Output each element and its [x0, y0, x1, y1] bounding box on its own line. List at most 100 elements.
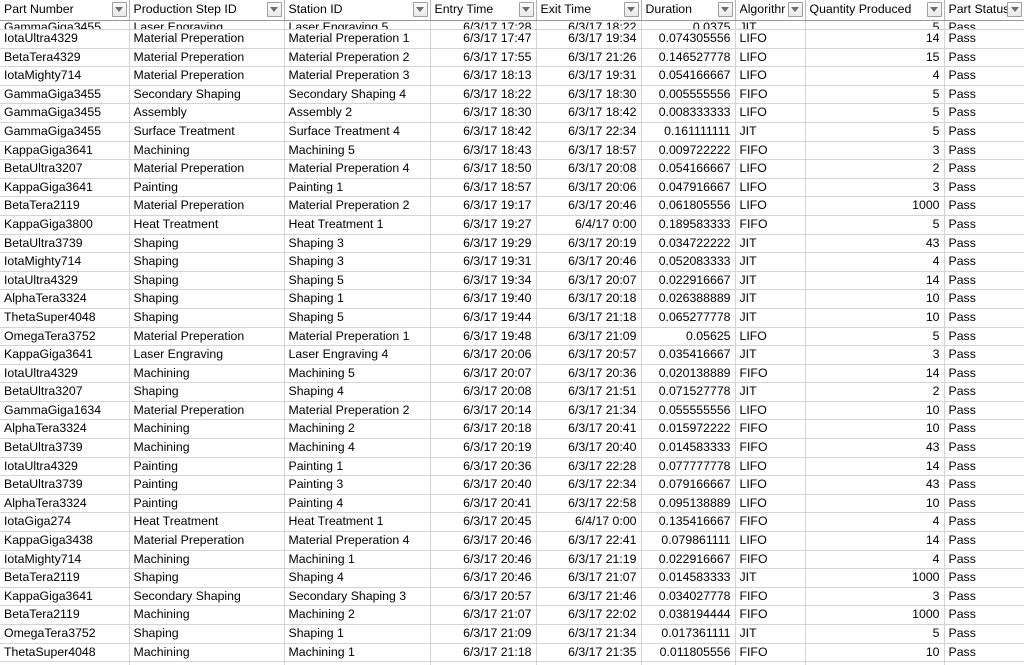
cell-production-step-id[interactable]: Shaping — [129, 289, 285, 309]
cell-exit-time[interactable]: 6/3/17 22:34 — [536, 475, 642, 495]
cell-part-status[interactable]: Pass — [944, 475, 1024, 495]
cell-production-step-id[interactable]: Machining — [129, 364, 285, 384]
cell-part-status[interactable]: Pass — [944, 643, 1024, 663]
cell-entry-time[interactable]: 6/3/17 19:40 — [430, 289, 537, 309]
cell-production-step-id[interactable]: Shaping — [129, 624, 285, 644]
cell-exit-time[interactable]: 6/3/17 20:41 — [536, 419, 642, 440]
cell-part-status[interactable]: Pass — [944, 401, 1024, 421]
table-row[interactable]: ThetaSuper4048 Machining Machining 1 6/3/17… — [0, 643, 1024, 663]
table-row[interactable]: IotaMighty714 Material Preperation Materia… — [0, 66, 1024, 86]
cell-part-status[interactable]: Pass — [944, 419, 1024, 440]
cell-part-number[interactable]: ThetaSuper4048 — [0, 643, 130, 663]
cell-station-id[interactable]: Shaping 1 — [284, 289, 431, 309]
cell-production-step-id[interactable]: Shaping — [129, 234, 285, 254]
cell-quantity-produced[interactable]: 1000 — [805, 196, 945, 216]
cell-algorithm[interactable]: JIT — [735, 308, 806, 328]
filter-dropdown-button-algorithm[interactable] — [787, 1, 803, 17]
cell-production-step-id[interactable]: Machining — [129, 419, 285, 440]
cell-duration[interactable]: 0.034027778 — [641, 587, 736, 607]
cell-quantity-produced[interactable]: 5 — [805, 327, 945, 347]
cell-quantity-produced[interactable]: 43 — [805, 438, 945, 458]
cell-exit-time[interactable]: 6/3/17 20:36 — [536, 364, 642, 384]
cell-algorithm[interactable]: LIFO — [735, 475, 806, 495]
cell-entry-time[interactable]: 6/3/17 18:22 — [430, 85, 537, 105]
cell-entry-time[interactable]: 6/3/17 19:31 — [430, 252, 537, 272]
cell-exit-time[interactable]: 6/3/17 20:57 — [536, 345, 642, 365]
cell-station-id[interactable]: Material Preperation 1 — [284, 29, 431, 49]
cell-exit-time[interactable]: 6/3/17 21:19 — [536, 550, 642, 570]
cell-part-status[interactable]: Pass — [944, 122, 1024, 142]
cell-exit-time[interactable]: 6/3/17 21:46 — [536, 587, 642, 607]
cell-duration[interactable]: 0.011805556 — [641, 643, 736, 663]
table-row[interactable]: BetaTera2119 Material Preperation Material… — [0, 196, 1024, 216]
cell-part-number[interactable]: IotaMighty714 — [0, 550, 130, 570]
cell-algorithm[interactable]: FIFO — [735, 587, 806, 607]
cell-duration[interactable]: 0.061805556 — [641, 196, 736, 216]
table-row[interactable]: BetaUltra3207 Material Preperation Materia… — [0, 159, 1024, 179]
cell-exit-time[interactable]: 6/3/17 21:34 — [536, 624, 642, 644]
cell-quantity-produced[interactable]: 5 — [805, 103, 945, 123]
cell-exit-time[interactable]: 6/3/17 21:07 — [536, 568, 642, 588]
cell-entry-time[interactable]: 6/3/17 18:50 — [430, 159, 537, 179]
cell-quantity-produced[interactable]: 2 — [805, 159, 945, 179]
cell-exit-time[interactable]: 6/3/17 22:02 — [536, 605, 642, 625]
table-row[interactable]: GammaGiga3455 Laser Engraving Laser Engrav… — [0, 20, 1024, 30]
cell-part-status[interactable]: Pass — [944, 196, 1024, 216]
cell-duration[interactable]: 0.008333333 — [641, 103, 736, 123]
table-row[interactable]: IotaUltra4329 Material Preperation Materia… — [0, 29, 1024, 49]
cell-part-number[interactable]: GammaGiga1634 — [0, 401, 130, 421]
cell-algorithm[interactable]: JIT — [735, 289, 806, 309]
cell-quantity-produced[interactable]: 4 — [805, 66, 945, 86]
table-row[interactable]: KappaGiga3641 Machining Machining 5 6/3/17 … — [0, 141, 1024, 161]
filter-dropdown-button-entry-time[interactable] — [518, 1, 534, 17]
cell-part-number[interactable]: BetaTera4329 — [0, 48, 130, 68]
cell-quantity-produced[interactable]: 14 — [805, 271, 945, 291]
column-header-exit-time[interactable]: Exit Time — [536, 0, 642, 21]
cell-quantity-produced[interactable]: 3 — [805, 178, 945, 198]
cell-entry-time[interactable]: 6/3/17 20:46 — [430, 531, 537, 551]
cell-station-id[interactable]: Machining 5 — [284, 141, 431, 161]
cell-station-id[interactable]: Shaping 3 — [284, 234, 431, 254]
column-header-quantity-produced[interactable]: Quantity Produced — [805, 0, 945, 21]
cell-part-number[interactable]: KappaGiga3641 — [0, 141, 130, 161]
cell-part-number[interactable]: GammaGiga3455 — [0, 20, 130, 30]
cell-algorithm[interactable]: FIFO — [735, 364, 806, 384]
cell-algorithm[interactable]: JIT — [735, 234, 806, 254]
cell-station-id[interactable]: Painting 4 — [284, 494, 431, 514]
cell-part-status[interactable]: Pass — [944, 159, 1024, 179]
cell-part-status[interactable]: Pass — [944, 345, 1024, 365]
column-header-part-number[interactable]: Part Number — [0, 0, 130, 21]
cell-entry-time[interactable]: 6/3/17 18:43 — [430, 141, 537, 161]
cell-exit-time[interactable]: 6/3/17 20:40 — [536, 438, 642, 458]
cell-production-step-id[interactable]: Material Preperation — [129, 48, 285, 68]
cell-duration[interactable]: 0.146527778 — [641, 48, 736, 68]
cell-quantity-produced[interactable]: 10 — [805, 308, 945, 328]
cell-exit-time[interactable]: 6/3/17 20:08 — [536, 159, 642, 179]
cell-part-number[interactable]: KappaGiga3641 — [0, 345, 130, 365]
cell-quantity-produced[interactable]: 5 — [805, 85, 945, 105]
cell-duration[interactable]: 0.095138889 — [641, 494, 736, 514]
cell-duration[interactable]: 0.161111111 — [641, 122, 736, 142]
cell-duration[interactable]: 0.055555556 — [641, 401, 736, 421]
cell-duration[interactable]: 0.074305556 — [641, 29, 736, 49]
cell-algorithm[interactable]: FIFO — [735, 85, 806, 105]
cell-entry-time[interactable]: 6/3/17 20:36 — [430, 457, 537, 477]
cell-exit-time[interactable]: 6/3/17 20:46 — [536, 196, 642, 216]
cell-entry-time[interactable]: 6/3/17 19:17 — [430, 196, 537, 216]
cell-quantity-produced[interactable]: 1000 — [805, 605, 945, 625]
table-row[interactable]: KappaGiga3641 Laser Engraving Laser Engrav… — [0, 345, 1024, 365]
cell-part-status[interactable]: Pass — [944, 605, 1024, 625]
cell-duration[interactable]: 0.034722222 — [641, 234, 736, 254]
cell-part-status[interactable]: Pass — [944, 327, 1024, 347]
cell-station-id[interactable]: Material Preperation 4 — [284, 159, 431, 179]
cell-production-step-id[interactable]: Assembly — [129, 103, 285, 123]
cell-quantity-produced[interactable]: 5 — [805, 20, 945, 30]
filter-dropdown-button-part-number[interactable] — [111, 1, 127, 17]
cell-part-number[interactable]: ThetaSuper4048 — [0, 308, 130, 328]
cell-station-id[interactable]: Machining 4 — [284, 438, 431, 458]
cell-station-id[interactable]: Shaping 5 — [284, 308, 431, 328]
cell-production-step-id[interactable]: Painting — [129, 178, 285, 198]
cell-entry-time[interactable]: 6/3/17 20:08 — [430, 382, 537, 402]
cell-quantity-produced[interactable]: 10 — [805, 289, 945, 309]
cell-entry-time[interactable]: 6/3/17 18:57 — [430, 178, 537, 198]
